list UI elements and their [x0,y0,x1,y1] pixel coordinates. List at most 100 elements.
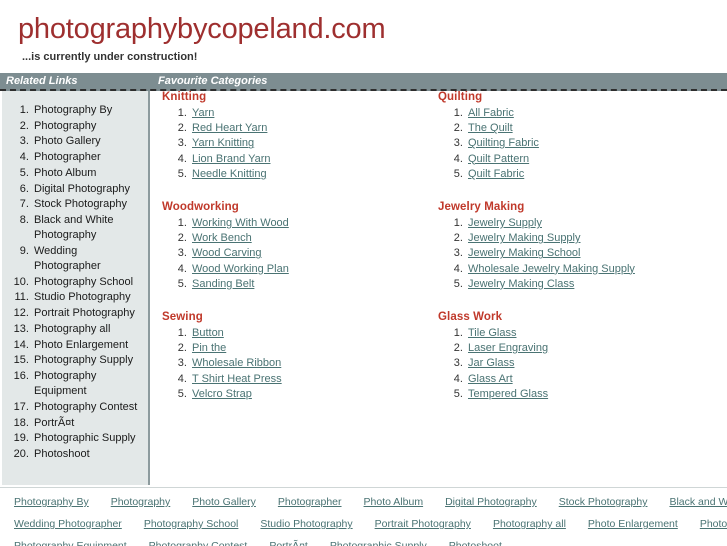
category-link[interactable]: All Fabric [468,107,514,119]
category-link[interactable]: Working With Wood [192,217,289,229]
sidebar-item[interactable]: Photo Album [32,166,144,181]
category-link[interactable]: Button [192,327,224,339]
category-heading: Jewelry Making [438,201,525,214]
list-item: Quilt Fabric [466,167,708,182]
footer-link[interactable]: Stock Photography [559,494,648,510]
category-link[interactable]: Wood Working Plan [192,263,289,275]
category-block: Glass Work Tile Glass Laser Engraving Jar G… [438,311,708,402]
category-heading: Glass Work [438,311,503,324]
category-link[interactable]: Wholesale Jewelry Making Supply [468,263,635,275]
list-item: Quilt Pattern [466,152,708,167]
sidebar-item[interactable]: Stock Photography [32,197,144,212]
sidebar-item[interactable]: Photo Gallery [32,134,144,149]
category-link[interactable]: Lion Brand Yarn [192,153,270,165]
category-link[interactable]: Tempered Glass [468,388,548,400]
footer-link[interactable]: Photography all [493,516,566,532]
sidebar-item[interactable]: Digital Photography [32,182,144,197]
list-item: Velcro Strap [190,387,432,402]
footer-link[interactable]: Studio Photography [260,516,352,532]
category-link[interactable]: Wholesale Ribbon [192,357,281,369]
category-link[interactable]: Red Heart Yarn [192,122,267,134]
category-heading: Quilting [438,91,483,103]
category-link-list: All Fabric The Quilt Quilting Fabric Quilt … [438,106,708,182]
footer-link[interactable]: Photo Gallery [192,494,256,510]
favourite-categories-header: Favourite Categories [158,75,268,87]
category-link[interactable]: Quilt Pattern [468,153,529,165]
footer-link[interactable]: Digital Photography [445,494,537,510]
main-content: Knitting Yarn Red Heart Yarn Yarn Knitting L… [152,91,727,485]
category-block: Woodworking Working With Wood Work Bench Wo… [162,201,432,292]
sidebar-item[interactable]: Studio Photography [32,290,144,305]
list-item: Yarn Knitting [190,136,432,151]
site-tagline: ...is currently under construction! [22,51,198,64]
sidebar-item[interactable]: Photography By [32,103,144,118]
category-link-list: Tile Glass Laser Engraving Jar Glass Glass … [438,326,708,402]
sidebar-list: Photography ByPhotographyPhoto GalleryPh… [2,103,148,462]
list-item: Laser Engraving [466,341,708,356]
list-item: Jewelry Making School [466,246,708,261]
category-link[interactable]: Jewelry Making School [468,247,581,259]
category-link[interactable]: Velcro Strap [192,388,252,400]
category-link[interactable]: Jewelry Making Supply [468,232,581,244]
footer-link[interactable]: Black and White Photography [669,494,727,510]
category-heading: Woodworking [162,201,239,214]
sidebar-item[interactable]: Photoshoot [32,447,144,462]
category-link[interactable]: Laser Engraving [468,342,548,354]
footer-link[interactable]: Photography Supply [700,516,727,532]
category-link[interactable]: The Quilt [468,122,513,134]
category-link[interactable]: Needle Knitting [192,168,267,180]
list-item: Wholesale Ribbon [190,356,432,371]
list-item: Pin the [190,341,432,356]
related-links-header: Related Links [6,75,78,87]
sidebar-item[interactable]: Photographer [32,150,144,165]
footer-link[interactable]: Wedding Photographer [14,516,122,532]
category-link[interactable]: Jar Glass [468,357,514,369]
sidebar-item[interactable]: Portrait Photography [32,306,144,321]
category-column-left: Knitting Yarn Red Heart Yarn Yarn Knitting L… [162,91,432,421]
category-link[interactable]: Glass Art [468,373,513,385]
sidebar-item[interactable]: PortrÃ¤t [32,416,144,431]
sidebar-item[interactable]: Photographic Supply [32,431,144,446]
list-item: Tile Glass [466,326,708,341]
footer-row: Wedding Photographer Photography School St… [0,510,727,532]
category-link[interactable]: T Shirt Heat Press [192,373,282,385]
list-item: Jewelry Supply [466,216,708,231]
sidebar-item[interactable]: Photography School [32,275,144,290]
category-block: Quilting All Fabric The Quilt Quilting Fabr… [438,91,708,182]
category-link[interactable]: Tile Glass [468,327,517,339]
list-item: Yarn [190,106,432,121]
sidebar-item[interactable]: Photography Contest [32,400,144,415]
category-link[interactable]: Jewelry Making Class [468,278,574,290]
category-link[interactable]: Sanding Belt [192,278,254,290]
category-link[interactable]: Quilt Fabric [468,168,524,180]
category-link[interactable]: Quilting Fabric [468,137,539,149]
sidebar-item[interactable]: Photography all [32,322,144,337]
list-item: Work Bench [190,231,432,246]
category-link-list: Yarn Red Heart Yarn Yarn Knitting Lion Bran… [162,106,432,182]
footer-link[interactable]: Photography [111,494,171,510]
sidebar-item[interactable]: Wedding Photographer [32,244,144,274]
sidebar-item[interactable]: Photography Equipment [32,369,144,399]
footer-link[interactable]: Photographer [278,494,342,510]
sidebar-item[interactable]: Photography Supply [32,353,144,368]
category-link[interactable]: Work Bench [192,232,252,244]
sidebar-related-links: Photography ByPhotographyPhoto GalleryPh… [2,91,150,485]
footer-link[interactable]: Photography By [14,494,89,510]
category-link[interactable]: Jewelry Supply [468,217,542,229]
footer-link[interactable]: Portrait Photography [375,516,471,532]
category-column-right: Quilting All Fabric The Quilt Quilting Fabr… [438,91,708,421]
list-item: T Shirt Heat Press [190,372,432,387]
footer-link[interactable]: Photo Album [364,494,424,510]
category-heading: Sewing [162,311,203,324]
footer-link[interactable]: Photo Enlargement [588,516,678,532]
category-link[interactable]: Yarn Knitting [192,137,254,149]
category-link[interactable]: Yarn [192,107,214,119]
category-link[interactable]: Wood Carving [192,247,262,259]
category-link[interactable]: Pin the [192,342,226,354]
sidebar-item[interactable]: Photo Enlargement [32,338,144,353]
list-item: All Fabric [466,106,708,121]
sidebar-item[interactable]: Photography [32,119,144,134]
list-item: Glass Art [466,372,708,387]
sidebar-item[interactable]: Black and White Photography [32,213,144,243]
footer-link[interactable]: Photography School [144,516,239,532]
